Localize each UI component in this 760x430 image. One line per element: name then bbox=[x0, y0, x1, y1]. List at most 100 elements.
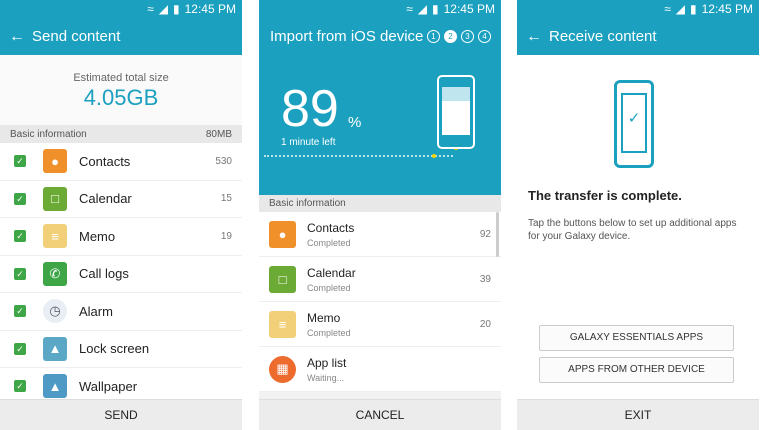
page-title: Import from iOS device bbox=[270, 28, 424, 45]
item-status: Completed bbox=[307, 327, 351, 338]
step-4: 4 bbox=[478, 30, 491, 43]
item-status: Waiting... bbox=[307, 372, 345, 383]
send-button[interactable]: SEND bbox=[0, 399, 242, 430]
list-item[interactable]: ✓ ▲ Lock screen bbox=[0, 331, 242, 368]
send-content-screen: ≈ ◢ ▮ 12:45 PM ← Send content Estimated … bbox=[0, 0, 242, 430]
item-status: Completed bbox=[307, 237, 351, 248]
item-count: 39 bbox=[479, 273, 491, 285]
lock-screen-icon: ▲ bbox=[43, 336, 67, 361]
call-logs-icon: ✆ bbox=[43, 261, 67, 286]
app-list-icon: ▦ bbox=[269, 355, 296, 383]
list-item[interactable]: ✓ ● Contacts 530 bbox=[0, 143, 242, 181]
apps-from-other-device-button[interactable]: APPS FROM OTHER DEVICE bbox=[539, 357, 734, 383]
progress-percent: 89 bbox=[281, 80, 339, 138]
checkbox[interactable]: ✓ bbox=[14, 342, 26, 355]
item-count: 15 bbox=[220, 193, 232, 205]
estimated-size: Estimated total size 4.05GB bbox=[0, 55, 242, 125]
list-item[interactable]: ● Contacts Completed 92 bbox=[259, 212, 501, 257]
app-bar: ← Send content bbox=[0, 18, 242, 55]
import-list: ● Contacts Completed 92 □ Calendar Completed 39… bbox=[259, 212, 501, 392]
list-item[interactable]: ▦ App list Waiting... bbox=[259, 347, 501, 392]
back-arrow-icon[interactable]: ← bbox=[2, 28, 32, 46]
battery-icon: ▮ bbox=[173, 2, 180, 16]
section-size: 80MB bbox=[205, 128, 232, 140]
receive-content-screen: ≈ ◢ ▮ 12:45 PM ← Receive content ✓ The t… bbox=[517, 0, 759, 430]
checkbox[interactable]: ✓ bbox=[14, 305, 26, 318]
item-name: Contacts bbox=[307, 220, 355, 235]
page-title: Send content bbox=[32, 28, 121, 45]
step-1: 1 bbox=[427, 30, 440, 43]
checkbox[interactable]: ✓ bbox=[14, 192, 26, 205]
import-screen: ≈ ◢ ▮ 12:45 PM Import from iOS device 12… bbox=[259, 0, 501, 430]
app-bar: ← Receive content bbox=[517, 18, 759, 55]
back-arrow-icon[interactable]: ← bbox=[519, 28, 549, 46]
receive-body: ✓ The transfer is complete. Tap the butt… bbox=[517, 55, 759, 400]
percent-sign: % bbox=[348, 114, 362, 131]
list-item[interactable]: ✓ ◷ Alarm bbox=[0, 293, 242, 331]
list-item[interactable]: ✓ □ Calendar 15 bbox=[0, 181, 242, 218]
status-time: 12:45 PM bbox=[443, 2, 495, 16]
memo-icon: ≡ bbox=[269, 310, 296, 338]
item-count: 530 bbox=[215, 155, 232, 167]
item-name: Calendar bbox=[307, 265, 356, 280]
list-item[interactable]: □ Calendar Completed 39 bbox=[259, 257, 501, 302]
complete-heading: The transfer is complete. bbox=[528, 188, 682, 203]
progress-marker bbox=[432, 154, 437, 158]
signal-icon: ◢ bbox=[675, 2, 686, 16]
wifi-icon: ≈ bbox=[406, 2, 413, 16]
step-2: 2 bbox=[444, 30, 457, 43]
checkbox[interactable]: ✓ bbox=[14, 380, 26, 393]
content-list: ✓ ● Contacts 530 ✓ □ Calendar 15 ✓ ≡ Memo 19 ✓ ✆ Call … bbox=[0, 143, 242, 406]
contacts-icon: ● bbox=[43, 149, 67, 174]
page-title: Receive content bbox=[549, 28, 657, 45]
section-header: Basic information bbox=[259, 195, 501, 212]
battery-icon: ▮ bbox=[432, 2, 439, 16]
section-label: Basic information bbox=[10, 128, 87, 140]
phone-check-icon: ✓ bbox=[614, 80, 654, 168]
time-left: 1 minute left bbox=[281, 137, 336, 148]
cancel-button[interactable]: CANCEL bbox=[259, 399, 501, 430]
item-name: App list bbox=[307, 355, 347, 370]
list-item[interactable]: ✓ ✆ Call logs bbox=[0, 256, 242, 293]
alarm-icon: ◷ bbox=[43, 299, 67, 324]
galaxy-essentials-button[interactable]: GALAXY ESSENTIALS APPS bbox=[539, 325, 734, 351]
calendar-icon: □ bbox=[43, 186, 67, 211]
signal-icon: ◢ bbox=[158, 2, 169, 16]
checkbox[interactable]: ✓ bbox=[14, 155, 26, 168]
item-name: Lock screen bbox=[79, 341, 150, 357]
signal-icon: ◢ bbox=[417, 2, 428, 16]
status-bar: ≈ ◢ ▮ 12:45 PM bbox=[0, 0, 242, 18]
checkbox[interactable]: ✓ bbox=[14, 267, 26, 280]
step-3: 3 bbox=[461, 30, 474, 43]
estimated-size-value: 4.05GB bbox=[83, 85, 159, 110]
item-name: Contacts bbox=[79, 153, 131, 169]
step-indicator: 1234 bbox=[427, 30, 491, 43]
item-count: 19 bbox=[220, 230, 232, 242]
wifi-icon: ≈ bbox=[664, 2, 671, 16]
item-count: 92 bbox=[479, 228, 491, 240]
memo-icon: ≡ bbox=[43, 224, 67, 249]
scrollbar[interactable] bbox=[496, 212, 499, 257]
item-name: Memo bbox=[79, 228, 116, 244]
contacts-icon: ● bbox=[269, 220, 296, 248]
progress-hero: 89 % 1 minute left bbox=[259, 55, 501, 195]
exit-button[interactable]: EXIT bbox=[517, 399, 759, 430]
wifi-icon: ≈ bbox=[147, 2, 154, 16]
progress-track bbox=[264, 155, 453, 157]
item-name: Wallpaper bbox=[79, 378, 138, 394]
list-item[interactable]: ≡ Memo Completed 20 bbox=[259, 302, 501, 347]
item-count: 20 bbox=[479, 318, 491, 330]
section-header: Basic information 80MB bbox=[0, 125, 242, 143]
checkmark-icon: ✓ bbox=[627, 110, 641, 127]
estimated-size-label: Estimated total size bbox=[73, 72, 169, 84]
item-status: Completed bbox=[307, 282, 351, 293]
checkbox[interactable]: ✓ bbox=[14, 230, 26, 243]
list-item[interactable]: ✓ ≡ Memo 19 bbox=[0, 218, 242, 256]
wallpaper-icon: ▲ bbox=[43, 374, 67, 399]
item-name: Alarm bbox=[79, 303, 113, 319]
status-time: 12:45 PM bbox=[184, 2, 236, 16]
status-bar: ≈ ◢ ▮ 12:45 PM bbox=[259, 0, 501, 18]
phone-icon bbox=[437, 75, 475, 149]
calendar-icon: □ bbox=[269, 265, 296, 293]
item-name: Memo bbox=[307, 310, 341, 325]
